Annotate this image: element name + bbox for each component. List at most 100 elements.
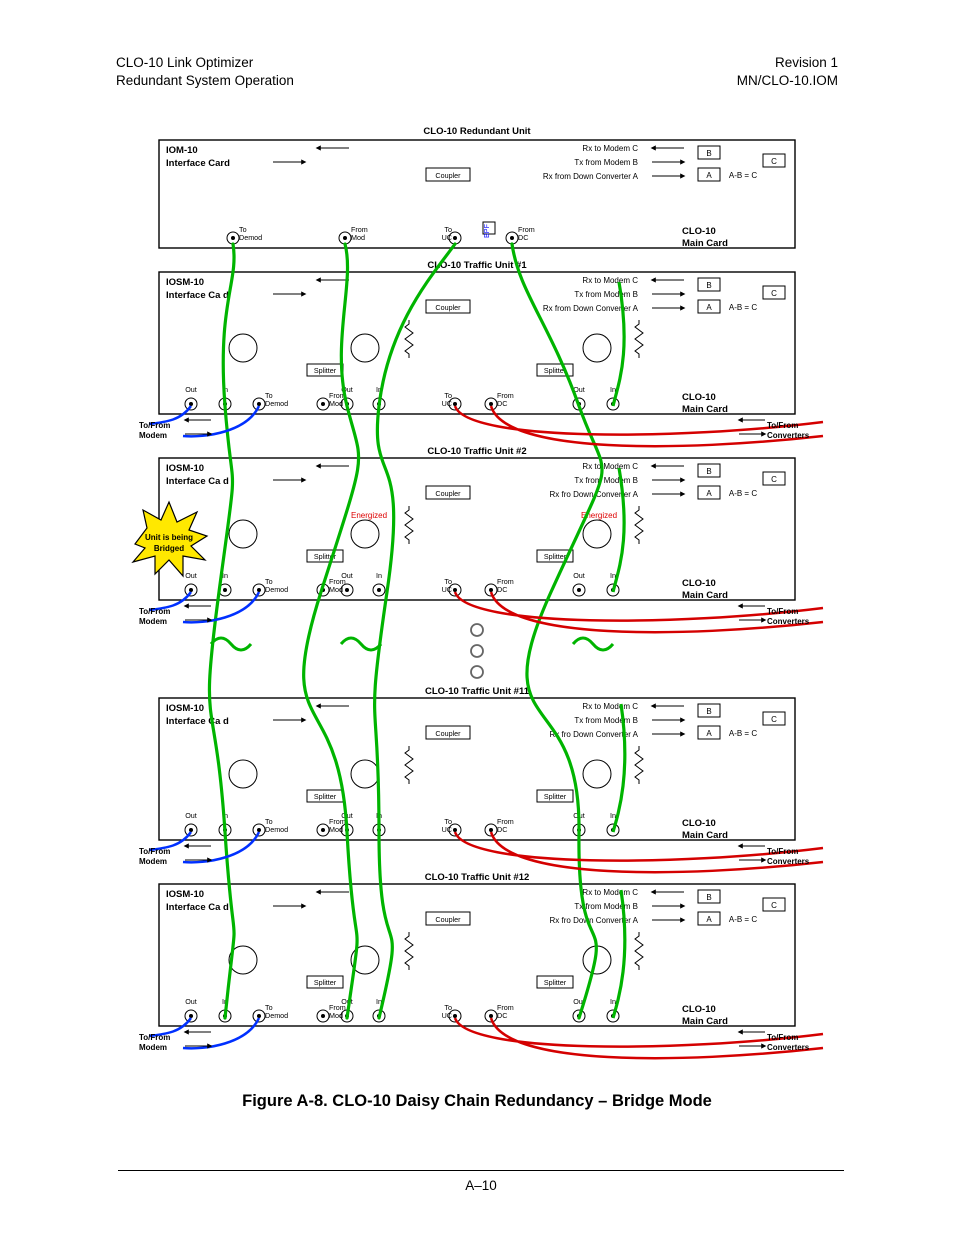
svg-text:Tx from Modem B: Tx from Modem B — [574, 716, 638, 725]
svg-text:Rx from Down Converter A: Rx from Down Converter A — [543, 172, 639, 181]
svg-text:A: A — [706, 729, 712, 738]
redundant-unit-title: CLO-10 Redundant Unit — [423, 126, 531, 137]
svg-text:A-B = C: A-B = C — [729, 303, 757, 312]
svg-text:Tx from Modem B: Tx from Modem B — [574, 290, 638, 299]
svg-text:Out: Out — [341, 571, 353, 580]
header-right-1: Revision 1 — [737, 55, 838, 70]
figure-caption: Figure A-8. CLO-10 Daisy Chain Redundanc… — [86, 1092, 868, 1111]
svg-text:A: A — [706, 915, 712, 924]
svg-text:Splitter: Splitter — [314, 366, 337, 375]
svg-text:FromMod: FromMod — [351, 225, 368, 242]
svg-text:IOSM-10: IOSM-10 — [166, 463, 204, 474]
svg-text:Interface Ca d: Interface Ca d — [166, 902, 229, 913]
svg-text:To/FromModem: To/FromModem — [139, 1033, 170, 1052]
svg-text:A-B = C: A-B = C — [729, 915, 757, 924]
svg-text:In: In — [376, 571, 382, 580]
svg-text:C: C — [771, 157, 777, 166]
svg-text:A: A — [706, 171, 712, 180]
svg-text:IOSM-10: IOSM-10 — [166, 277, 204, 288]
main-card-label-1: CLO-10 — [682, 226, 716, 237]
svg-text:FromDC: FromDC — [497, 391, 514, 408]
svg-text:CLO-10: CLO-10 — [682, 392, 716, 403]
footer-rule — [118, 1170, 844, 1171]
svg-text:Out: Out — [185, 385, 197, 394]
svg-text:A-B = C: A-B = C — [729, 171, 757, 180]
svg-text:To/FromModem: To/FromModem — [139, 847, 170, 866]
energized-label-1: Energized — [351, 511, 387, 520]
svg-text:FromDC: FromDC — [497, 1003, 514, 1020]
bridged-burst: Unit is beingBridged — [133, 502, 207, 576]
svg-text:Out: Out — [573, 571, 585, 580]
figure-diagram: CLO-10 Redundant Unit IOM-10 Interface C… — [86, 122, 868, 1062]
svg-text:Tx from Modem B: Tx from Modem B — [574, 476, 638, 485]
svg-text:A: A — [706, 489, 712, 498]
svg-text:FromDC: FromDC — [497, 817, 514, 834]
svg-text:Rx to Modem C: Rx to Modem C — [582, 276, 638, 285]
svg-text:Coupler: Coupler — [435, 489, 461, 498]
svg-text:Rx to Modem C: Rx to Modem C — [582, 888, 638, 897]
svg-text:B: B — [706, 467, 711, 476]
page-number: A–10 — [465, 1178, 497, 1193]
interface-card-label: Interface Card — [166, 158, 230, 169]
svg-text:CLO-10: CLO-10 — [682, 818, 716, 829]
svg-text:CLO-10 Traffic Unit #12: CLO-10 Traffic Unit #12 — [425, 872, 530, 883]
svg-text:FromDC: FromDC — [518, 225, 535, 242]
svg-text:Out: Out — [185, 571, 197, 580]
svg-text:ToDemod: ToDemod — [265, 577, 288, 594]
svg-text:ToDemod: ToDemod — [265, 391, 288, 408]
svg-text:Coupler: Coupler — [435, 303, 461, 312]
svg-text:Splitter: Splitter — [544, 792, 567, 801]
svg-text:Out: Out — [185, 811, 197, 820]
header-left-2: Redundant System Operation — [116, 73, 294, 88]
svg-text:Interface Ca d: Interface Ca d — [166, 476, 229, 487]
svg-text:FromDC: FromDC — [497, 577, 514, 594]
svg-text:Coupler: Coupler — [435, 915, 461, 924]
svg-text:C: C — [771, 901, 777, 910]
svg-text:Main Card: Main Card — [682, 1016, 728, 1027]
svg-text:Rx to Modem C: Rx to Modem C — [582, 462, 638, 471]
svg-text:CLO-10 Traffic Unit #11: CLO-10 Traffic Unit #11 — [425, 686, 530, 697]
svg-text:CLO-10: CLO-10 — [682, 1004, 716, 1015]
svg-text:Coupler: Coupler — [435, 171, 461, 180]
svg-text:C: C — [771, 715, 777, 724]
svg-text:Main Card: Main Card — [682, 590, 728, 601]
svg-text:ToUC: ToUC — [442, 225, 452, 242]
svg-text:C: C — [771, 475, 777, 484]
svg-text:Splitter: Splitter — [314, 978, 337, 987]
svg-text:Rx to Modem C: Rx to Modem C — [582, 144, 638, 153]
svg-text:B: B — [706, 149, 711, 158]
svg-text:C: C — [771, 289, 777, 298]
header-left-1: CLO-10 Link Optimizer — [116, 55, 294, 70]
main-card-label-2: Main Card — [682, 238, 728, 249]
svg-text:Coupler: Coupler — [435, 729, 461, 738]
svg-text:Splitter: Splitter — [314, 792, 337, 801]
svg-text:ToUC: ToUC — [442, 577, 452, 594]
svg-text:ToUC: ToUC — [442, 817, 452, 834]
svg-text:ToDemod: ToDemod — [265, 817, 288, 834]
svg-text:Rx to Modem C: Rx to Modem C — [582, 702, 638, 711]
svg-text:To/FromModem: To/FromModem — [139, 607, 170, 626]
svg-text:Tx from Modem B: Tx from Modem B — [574, 158, 638, 167]
svg-text:Out: Out — [185, 997, 197, 1006]
svg-text:A: A — [706, 303, 712, 312]
svg-text:B: B — [706, 893, 711, 902]
svg-text:Interface Ca d: Interface Ca d — [166, 716, 229, 727]
svg-text:BPF: BPF — [482, 223, 491, 238]
svg-text:B: B — [706, 707, 711, 716]
svg-text:CLO-10 Traffic Unit #2: CLO-10 Traffic Unit #2 — [427, 446, 526, 457]
svg-text:Splitter: Splitter — [544, 552, 567, 561]
svg-text:A-B = C: A-B = C — [729, 729, 757, 738]
svg-text:Interface Ca d: Interface Ca d — [166, 290, 229, 301]
svg-text:CLO-10: CLO-10 — [682, 578, 716, 589]
svg-text:ToDemod: ToDemod — [239, 225, 262, 242]
svg-text:Main Card: Main Card — [682, 830, 728, 841]
svg-text:B: B — [706, 281, 711, 290]
svg-text:To/FromModem: To/FromModem — [139, 421, 170, 440]
svg-text:ToDemod: ToDemod — [265, 1003, 288, 1020]
svg-text:ToUC: ToUC — [442, 1003, 452, 1020]
svg-text:Main Card: Main Card — [682, 404, 728, 415]
svg-text:IOSM-10: IOSM-10 — [166, 889, 204, 900]
header-right-2: MN/CLO-10.IOM — [737, 73, 838, 88]
svg-text:A-B = C: A-B = C — [729, 489, 757, 498]
svg-text:IOSM-10: IOSM-10 — [166, 703, 204, 714]
